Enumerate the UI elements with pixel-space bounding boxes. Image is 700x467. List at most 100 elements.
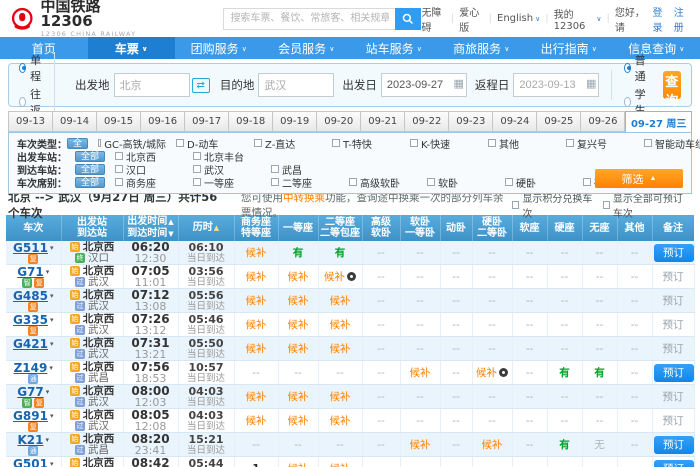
- sort-icon[interactable]: ▲: [214, 224, 219, 232]
- expand-caret-icon[interactable]: ▾: [50, 410, 54, 422]
- train-number-link[interactable]: K21: [17, 434, 43, 446]
- filter-all-chip[interactable]: 全部: [75, 177, 105, 188]
- train-number-link[interactable]: G511: [13, 242, 48, 254]
- train-number-link[interactable]: G71: [17, 266, 44, 278]
- filter-option[interactable]: 二等座: [271, 175, 339, 190]
- seat-status[interactable]: 候补: [330, 343, 351, 355]
- sort-icon[interactable]: ▼: [168, 230, 173, 238]
- seat-status[interactable]: 候补: [246, 343, 267, 355]
- date-tab-09-13[interactable]: 09-13: [8, 111, 53, 132]
- filter-option[interactable]: 硬卧: [505, 175, 573, 190]
- from-city-input[interactable]: [114, 73, 190, 97]
- date-tab-09-18[interactable]: 09-18: [229, 111, 273, 132]
- one-way-radio[interactable]: 单程: [19, 52, 44, 84]
- seat-info-icon[interactable]: [499, 368, 508, 377]
- train-number-link[interactable]: G485: [13, 290, 48, 302]
- date-tab-09-17[interactable]: 09-17: [185, 111, 229, 132]
- nav-item-business-services[interactable]: 商旅服务∨: [438, 37, 526, 59]
- date-tab-active[interactable]: 09-27 周三: [625, 111, 692, 132]
- seat-status[interactable]: 候补: [246, 319, 267, 331]
- search-button[interactable]: [395, 8, 421, 30]
- top-link-my-12306[interactable]: 我的12306∨: [554, 6, 602, 32]
- train-number-link[interactable]: G501: [13, 458, 48, 467]
- date-tab-09-19[interactable]: 09-19: [273, 111, 317, 132]
- train-number-link[interactable]: G891: [13, 410, 48, 422]
- train-number-link[interactable]: Z149: [14, 362, 48, 374]
- book-button[interactable]: 预订: [663, 415, 684, 427]
- book-button[interactable]: 预订: [663, 319, 684, 331]
- train-number-link[interactable]: G421: [13, 338, 48, 350]
- seat-status[interactable]: 候补: [288, 391, 309, 403]
- sort-icon[interactable]: ▲: [168, 218, 173, 226]
- book-button[interactable]: 预订: [654, 436, 694, 454]
- expand-caret-icon[interactable]: ▾: [49, 362, 53, 374]
- query-button[interactable]: 查询: [663, 71, 681, 99]
- seat-status[interactable]: 候补: [246, 247, 267, 259]
- expand-caret-icon[interactable]: ▾: [50, 458, 54, 467]
- filter-option[interactable]: T-特快: [332, 136, 400, 151]
- seat-status[interactable]: 候补: [330, 463, 351, 467]
- column-header-2[interactable]: 出发时间▲到达时间▼: [123, 215, 178, 241]
- nav-item-tickets[interactable]: 车票∨: [88, 37, 176, 59]
- seat-status[interactable]: 候补: [476, 367, 497, 379]
- date-tab-09-22[interactable]: 09-22: [405, 111, 449, 132]
- seat-status[interactable]: 候补: [330, 319, 351, 331]
- filter-all-chip[interactable]: 全部: [75, 164, 105, 175]
- filter-all-chip[interactable]: 全部: [75, 151, 105, 162]
- filter-option[interactable]: 软卧: [427, 175, 495, 190]
- seat-info-icon[interactable]: [347, 272, 356, 281]
- book-button[interactable]: 预订: [654, 460, 694, 467]
- to-city-input[interactable]: [258, 73, 334, 97]
- filter-option[interactable]: 复兴号: [566, 136, 634, 151]
- train-number-link[interactable]: G77: [17, 386, 44, 398]
- filter-option[interactable]: 其他: [488, 136, 556, 151]
- expand-caret-icon[interactable]: ▾: [46, 266, 50, 278]
- nav-item-station-services[interactable]: 站车服务∨: [350, 37, 438, 59]
- date-tab-09-14[interactable]: 09-14: [53, 111, 97, 132]
- search-input[interactable]: [223, 8, 395, 30]
- expand-caret-icon[interactable]: ▾: [46, 386, 50, 398]
- expand-caret-icon[interactable]: ▾: [50, 242, 54, 254]
- date-tab-09-25[interactable]: 09-25: [537, 111, 581, 132]
- seat-status[interactable]: 候补: [246, 271, 267, 283]
- expand-caret-icon[interactable]: ▾: [50, 338, 54, 350]
- expand-caret-icon[interactable]: ▾: [50, 290, 54, 302]
- book-button[interactable]: 预订: [654, 364, 694, 382]
- expand-caret-icon[interactable]: ▾: [45, 434, 49, 446]
- seat-status[interactable]: 候补: [410, 439, 431, 451]
- date-tab-09-20[interactable]: 09-20: [317, 111, 361, 132]
- seat-status[interactable]: 候补: [330, 391, 351, 403]
- expand-caret-icon[interactable]: ▾: [50, 314, 54, 326]
- logo[interactable]: 中国铁路12306 12306 CHINA RAILWAY: [10, 0, 138, 38]
- seat-status[interactable]: 候补: [288, 319, 309, 331]
- points-exchange-checkbox[interactable]: 显示积分兑换车次: [512, 190, 593, 220]
- show-all-bookable-checkbox[interactable]: 显示全部可预订车次: [603, 190, 692, 220]
- date-tab-09-16[interactable]: 09-16: [141, 111, 185, 132]
- seat-status[interactable]: 候补: [330, 295, 351, 307]
- calendar-icon[interactable]: ▦: [586, 77, 596, 90]
- seat-status[interactable]: 候补: [246, 391, 267, 403]
- nav-item-group-services[interactable]: 团购服务∨: [175, 37, 263, 59]
- register-link[interactable]: 注册: [674, 4, 690, 34]
- book-button[interactable]: 预订: [663, 391, 684, 403]
- filter-option[interactable]: 高级软卧: [349, 175, 417, 190]
- seat-status[interactable]: 候补: [246, 295, 267, 307]
- top-link-accessibility[interactable]: 无障碍: [421, 4, 445, 34]
- train-number-link[interactable]: G335: [13, 314, 48, 326]
- date-tab-09-24[interactable]: 09-24: [493, 111, 537, 132]
- book-button[interactable]: 预订: [663, 271, 684, 283]
- nav-item-member-services[interactable]: 会员服务∨: [263, 37, 351, 59]
- filter-option[interactable]: Z-直达: [254, 136, 322, 151]
- book-button[interactable]: 预订: [663, 343, 684, 355]
- filter-option[interactable]: 智能动车组: [644, 136, 700, 151]
- seat-status[interactable]: 候补: [288, 415, 309, 427]
- top-link-english[interactable]: English∨: [497, 13, 540, 24]
- nav-item-travel-guide[interactable]: 出行指南∨: [525, 37, 613, 59]
- top-link-care-version[interactable]: 爱心版: [459, 4, 483, 34]
- filter-option[interactable]: 一等座: [193, 175, 261, 190]
- swap-stations-button[interactable]: ⇄: [192, 78, 210, 93]
- seat-status[interactable]: 候补: [324, 271, 345, 283]
- seat-status[interactable]: 候补: [246, 415, 267, 427]
- seat-status[interactable]: 候补: [288, 463, 309, 467]
- seat-status[interactable]: 候补: [482, 439, 503, 451]
